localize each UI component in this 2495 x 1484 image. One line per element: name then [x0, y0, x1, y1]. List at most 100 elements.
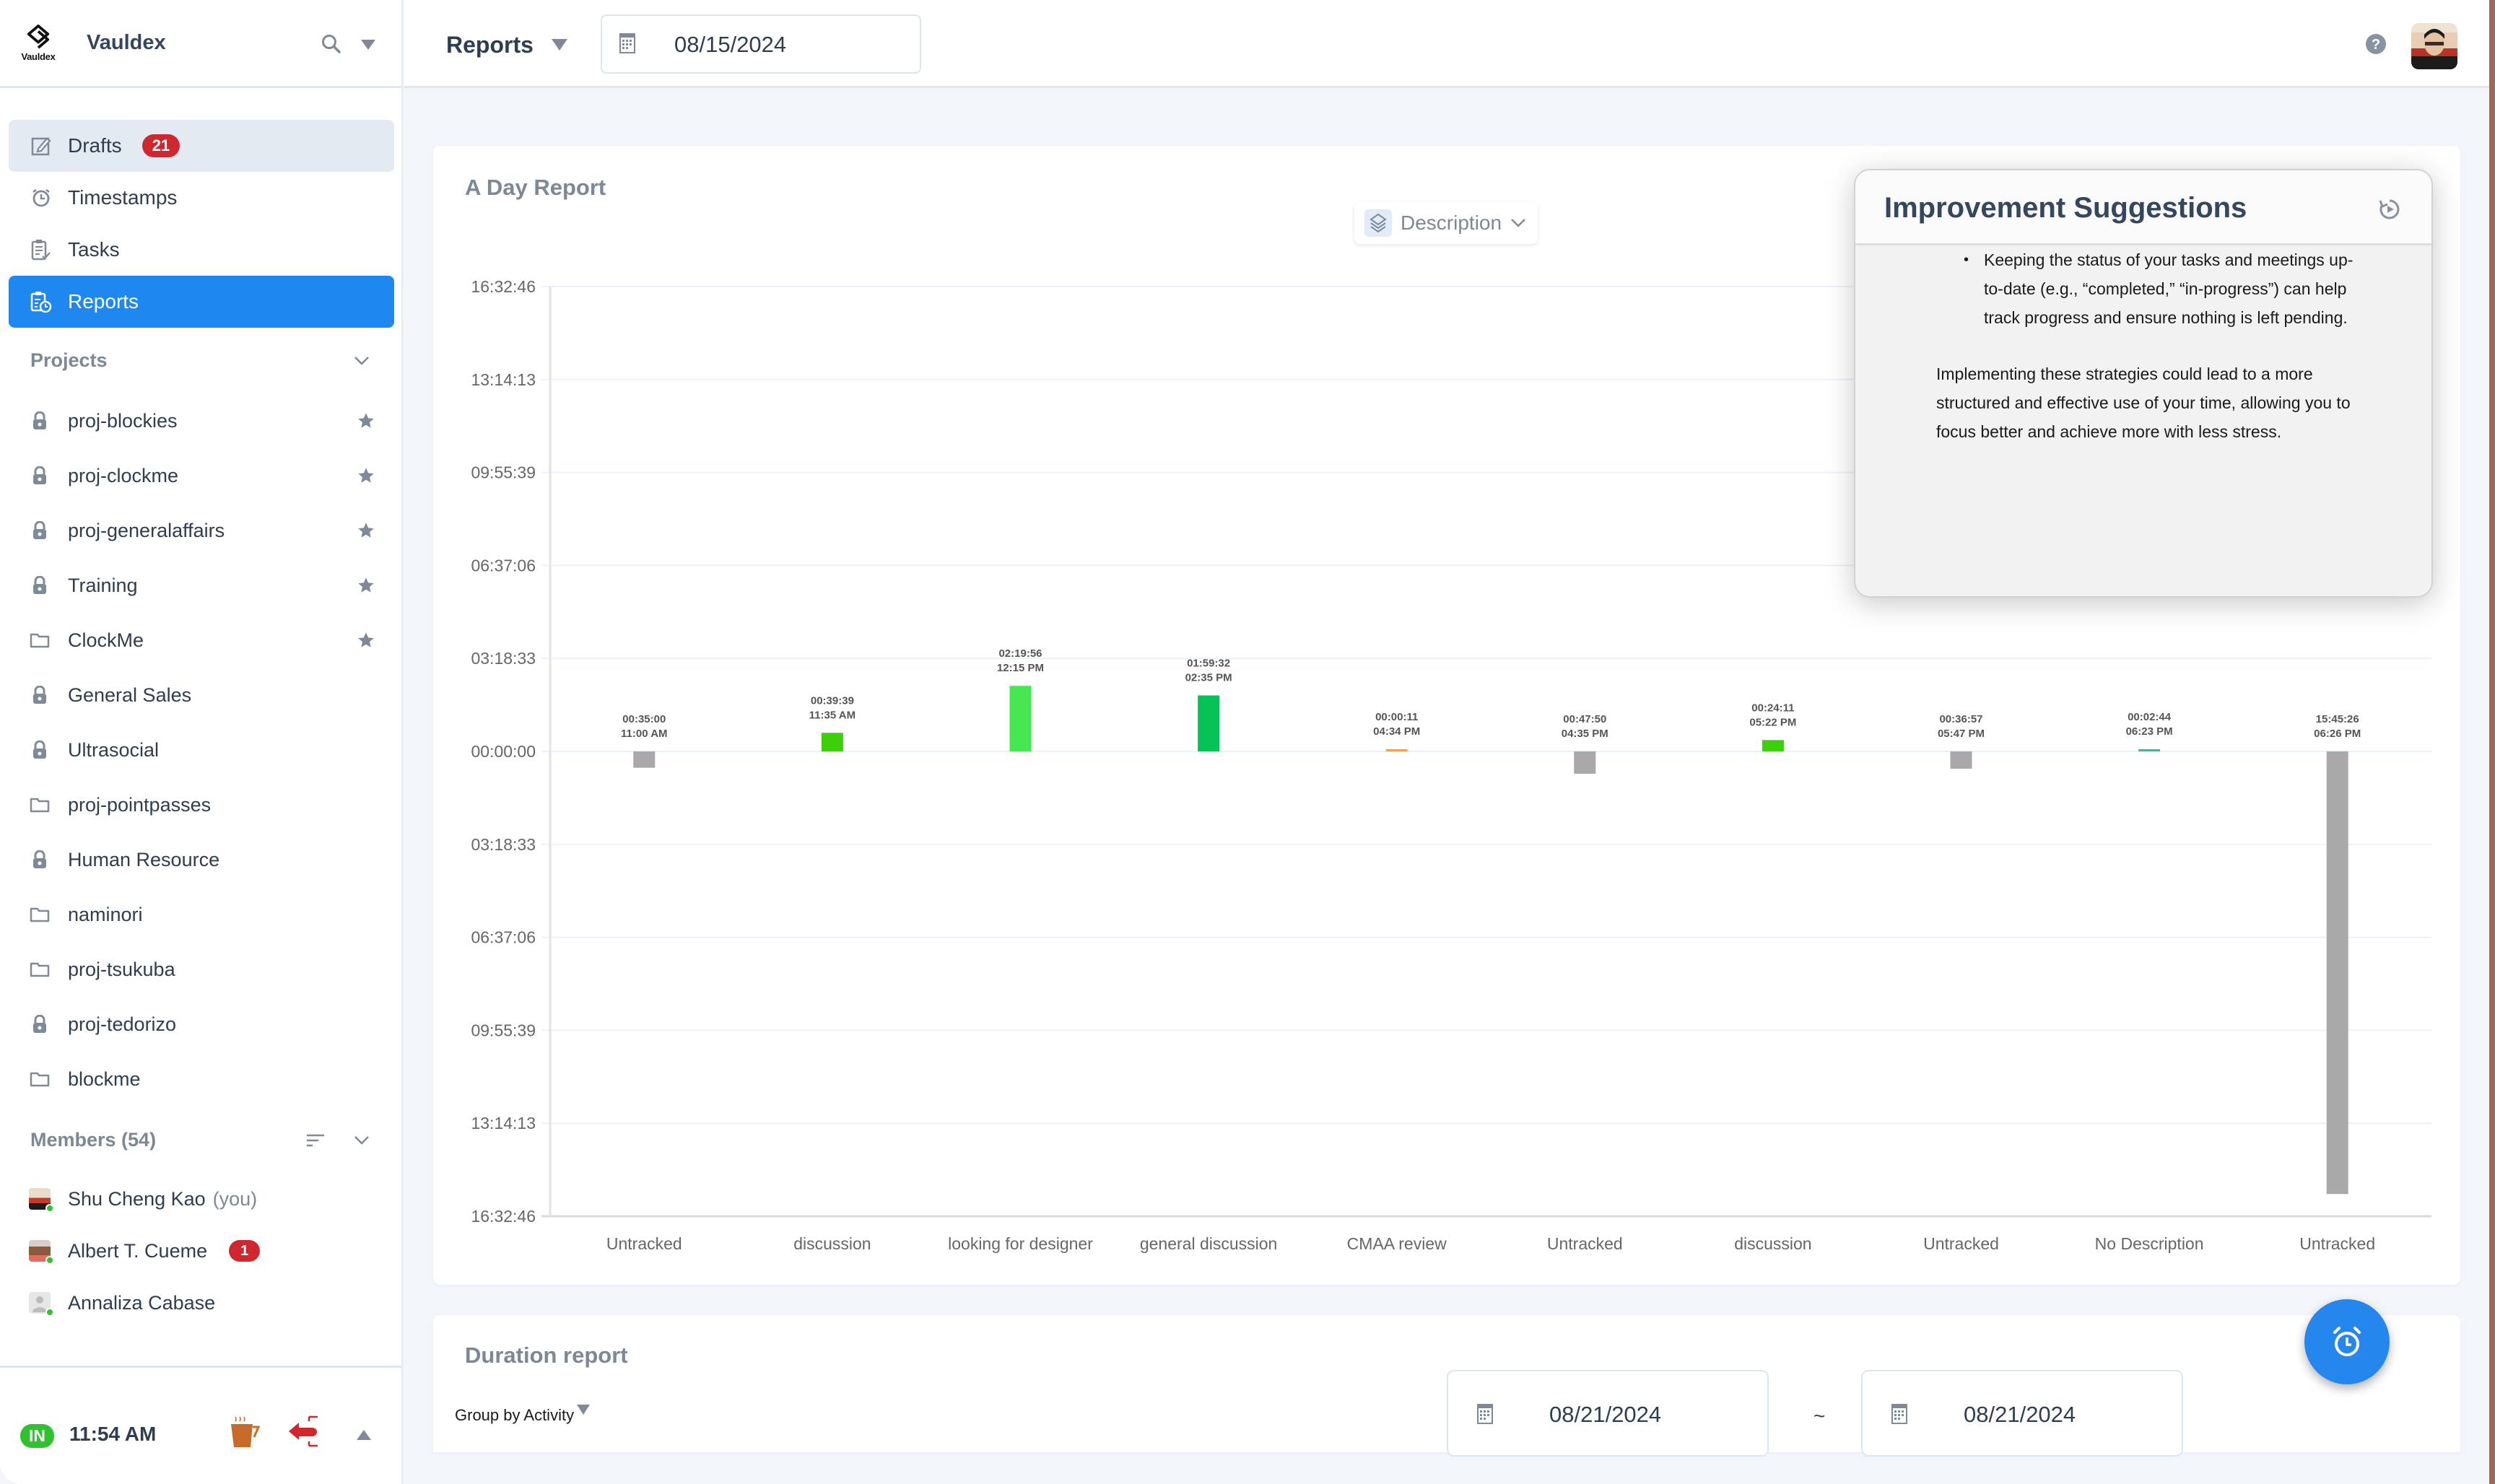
member-item[interactable]: Albert T. Cueme 1 — [29, 1225, 375, 1277]
members-section-header[interactable]: Members (54) — [30, 1129, 370, 1151]
page-menu-caret-icon[interactable] — [552, 39, 567, 51]
project-item[interactable]: ClockMe — [29, 613, 375, 668]
bar-start-time-label: 11:00 AM — [621, 728, 667, 740]
regenerate-icon[interactable] — [2378, 198, 2401, 221]
star-icon[interactable] — [357, 411, 375, 430]
project-name: proj-blockies — [68, 409, 178, 432]
clock-out-switch-icon[interactable] — [287, 1414, 322, 1449]
sort-icon[interactable] — [306, 1133, 325, 1148]
nav-label: Reports — [68, 290, 139, 313]
project-item[interactable]: Training — [29, 558, 375, 613]
app-logo[interactable]: Vauldex — [16, 24, 61, 62]
star-icon[interactable] — [357, 576, 375, 595]
project-item[interactable]: proj-pointpasses — [29, 777, 375, 832]
workspace-dropdown-caret-icon[interactable] — [361, 40, 375, 50]
expand-footer-caret-icon[interactable] — [357, 1430, 371, 1440]
duration-report-title: Duration report — [465, 1343, 628, 1368]
project-item[interactable]: naminori — [29, 887, 375, 942]
unread-badge: 1 — [229, 1240, 261, 1262]
alarm-clock-icon — [2333, 1327, 2361, 1356]
bar-start-time-label: 04:34 PM — [1373, 725, 1420, 738]
project-item[interactable]: proj-blockies — [29, 393, 375, 448]
from-date-value: 08/21/2024 — [1549, 1402, 1662, 1427]
star-icon[interactable] — [357, 466, 375, 485]
search-icon[interactable] — [321, 33, 342, 55]
projects-section-header[interactable]: Projects — [30, 349, 370, 372]
main-nav: Drafts 21 Timestamps Tasks Reports — [9, 120, 394, 328]
bar-duration-label: 00:47:50 — [1563, 713, 1606, 725]
dropdown-caret-icon — [577, 1405, 591, 1415]
avatar-placeholder — [29, 1292, 54, 1317]
nav-item-drafts[interactable]: Drafts 21 — [9, 120, 394, 172]
project-item[interactable]: proj-tsukuba — [29, 942, 375, 997]
project-item[interactable]: proj-clockme — [29, 448, 375, 503]
workspace-name: Vauldex — [87, 31, 166, 54]
page-title[interactable]: Reports — [446, 32, 534, 58]
y-tick-label: 16:32:46 — [471, 1207, 536, 1226]
project-name: proj-tedorizo — [68, 1013, 177, 1035]
member-item[interactable]: Annaliza Cabase — [29, 1277, 375, 1329]
bar-start-time-label: 11:35 AM — [809, 709, 855, 721]
project-name: naminori — [68, 903, 143, 925]
lock-icon — [29, 575, 51, 595]
project-item[interactable]: proj-tedorizo — [29, 997, 375, 1052]
nav-item-timestamps[interactable]: Timestamps — [9, 172, 394, 224]
y-tick-label: 16:32:46 — [471, 277, 536, 296]
bar-duration-label: 00:02:44 — [2128, 711, 2172, 723]
project-name: Training — [68, 574, 138, 596]
star-icon[interactable] — [357, 521, 375, 540]
project-name: proj-generalaffairs — [68, 519, 225, 541]
logo-text: Vauldex — [21, 51, 56, 62]
calendar-icon — [1477, 1404, 1493, 1424]
bar-duration-label: 01:59:32 — [1187, 657, 1230, 669]
y-tick-label: 00:00:00 — [471, 742, 536, 761]
bar — [1009, 686, 1032, 751]
project-item[interactable]: Ultrasocial — [29, 723, 375, 777]
x-tick-label: discussion — [793, 1234, 871, 1253]
folder-icon — [29, 904, 51, 925]
y-tick-label: 13:14:13 — [471, 370, 536, 389]
project-name: Human Resource — [68, 848, 220, 870]
bar-start-time-label: 02:35 PM — [1185, 671, 1232, 684]
bar-start-time-label: 06:23 PM — [2126, 725, 2173, 738]
to-date-picker[interactable]: 08/21/2024 — [1861, 1370, 2183, 1457]
project-name: General Sales — [68, 684, 192, 706]
help-icon[interactable]: ? — [2365, 33, 2387, 55]
y-tick-label: 13:14:13 — [471, 1114, 536, 1132]
timestamp-fab-button[interactable] — [2304, 1299, 2390, 1384]
y-tick-label: 06:37:06 — [471, 928, 536, 947]
coffee-break-icon[interactable] — [228, 1414, 263, 1449]
group-by-activity-select[interactable]: Group by Activity — [455, 1405, 591, 1425]
y-tick-label: 03:18:33 — [471, 649, 536, 668]
star-icon[interactable] — [357, 631, 375, 650]
project-item[interactable]: proj-generalaffairs — [29, 503, 375, 558]
bar-duration-label: 00:00:11 — [1375, 711, 1418, 723]
bar-start-time-label: 12:15 PM — [997, 662, 1044, 674]
nav-item-reports[interactable]: Reports — [9, 276, 394, 328]
bar — [1950, 751, 1972, 769]
member-item[interactable]: Shu Cheng Kao (you) — [29, 1173, 375, 1225]
suggestions-header: Improvement Suggestions — [1855, 170, 2431, 245]
bar-duration-label: 15:45:26 — [2316, 713, 2359, 725]
member-name: Albert T. Cueme — [68, 1239, 208, 1262]
bar-duration-label: 00:39:39 — [811, 694, 854, 707]
from-date-picker[interactable]: 08/21/2024 — [1447, 1370, 1769, 1457]
chevron-down-icon[interactable] — [354, 1135, 370, 1145]
user-avatar[interactable] — [2411, 23, 2457, 69]
bar — [1762, 740, 1784, 751]
project-item[interactable]: blockme — [29, 1052, 375, 1107]
folder-icon — [29, 630, 51, 650]
bar-start-time-label: 05:22 PM — [1749, 716, 1796, 728]
duration-report-card: Duration report Group by Activity 08/21/… — [433, 1315, 2460, 1457]
improvement-suggestions-panel: Improvement Suggestions Keeping the stat… — [1854, 169, 2433, 598]
report-date-picker[interactable]: 08/15/2024 — [601, 14, 921, 74]
folder-icon — [29, 1069, 51, 1089]
nav-item-tasks[interactable]: Tasks — [9, 224, 394, 276]
bar-start-time-label: 05:47 PM — [1938, 728, 1985, 740]
member-list: Shu Cheng Kao (you) Albert T. Cueme 1 An… — [29, 1173, 375, 1329]
project-item[interactable]: Human Resource — [29, 832, 375, 887]
chevron-down-icon[interactable] — [354, 356, 370, 366]
lock-icon — [29, 466, 51, 486]
project-item[interactable]: General Sales — [29, 668, 375, 723]
calendar-icon — [619, 33, 635, 53]
